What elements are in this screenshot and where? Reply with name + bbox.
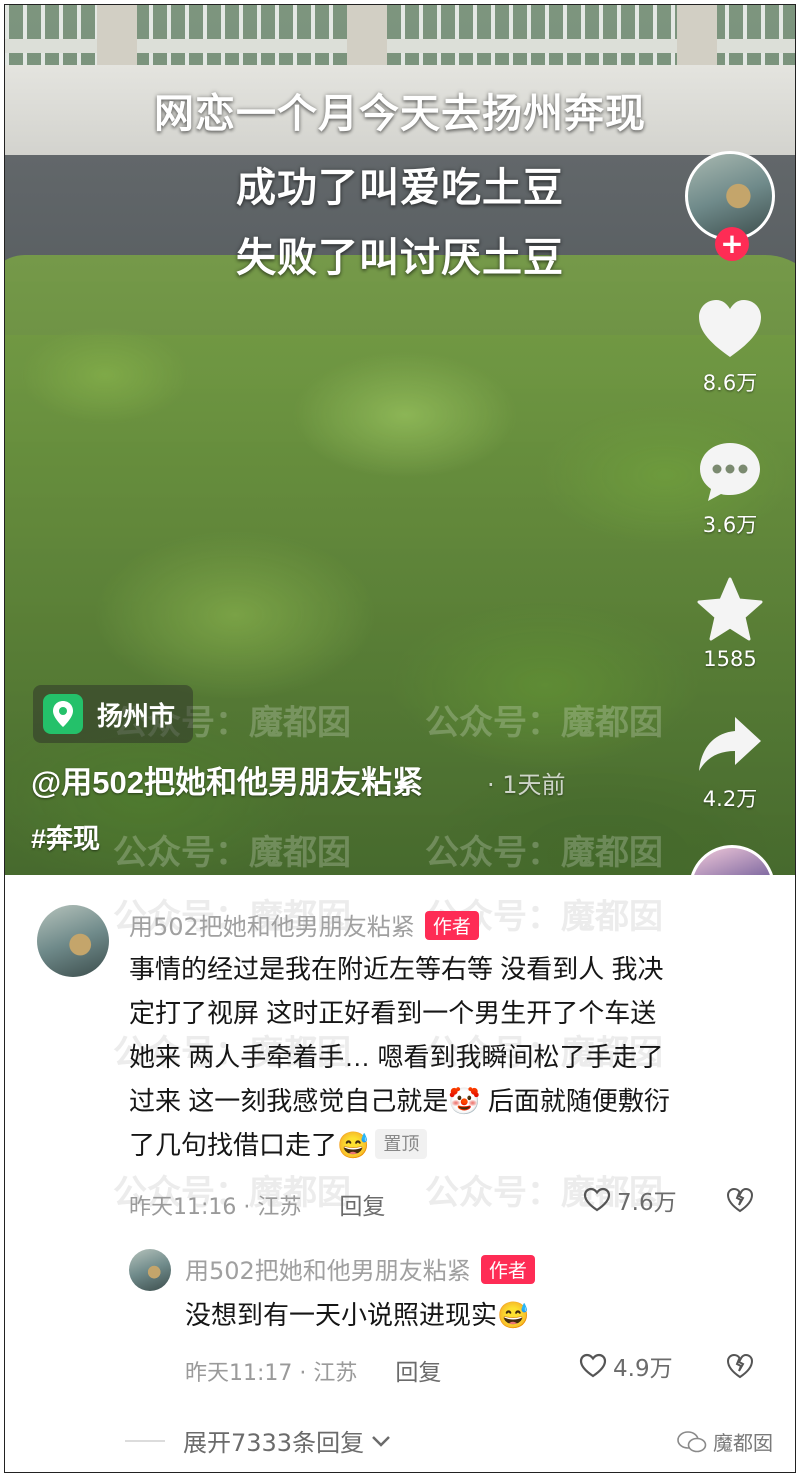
author-badge: 作者 bbox=[424, 911, 479, 940]
reply-button[interactable]: 回复 bbox=[395, 1360, 441, 1386]
author-badge: 作者 bbox=[480, 1255, 535, 1284]
wechat-icon bbox=[677, 1430, 707, 1452]
broken-heart-icon[interactable] bbox=[725, 1351, 755, 1381]
share-arrow-icon bbox=[699, 717, 761, 771]
favorite-count: 1585 bbox=[703, 647, 757, 671]
location-label: 扬州市 bbox=[97, 700, 176, 731]
like-button[interactable]: 8.6万 bbox=[675, 295, 785, 397]
comments-panel: 公众号：魔都囡 公众号：魔都囡 公众号：魔都囡 公众号：魔都囡 公众号：魔都囡 … bbox=[5, 875, 795, 1472]
commenter-avatar[interactable] bbox=[37, 905, 109, 977]
expand-replies-button[interactable]: 展开7333条回复 bbox=[125, 1423, 392, 1458]
comment-like-count: 7.6万 bbox=[617, 1190, 677, 1216]
video-player[interactable]: 网恋一个月今天去扬州奔现 成功了叫爱吃土豆 失败了叫讨厌土豆 公众号：魔都囡 公… bbox=[5, 5, 795, 875]
reply-text: 没想到有一天小说照进现实😅 bbox=[185, 1300, 530, 1330]
app-frame: 网恋一个月今天去扬州奔现 成功了叫爱吃土豆 失败了叫讨厌土豆 公众号：魔都囡 公… bbox=[4, 4, 796, 1473]
comment-button[interactable]: 3.6万 bbox=[675, 437, 785, 539]
video-hashtag[interactable]: #奔现 bbox=[31, 817, 100, 856]
video-caption-line-1: 网恋一个月今天去扬州奔现 bbox=[154, 92, 646, 136]
location-chip[interactable]: 扬州市 bbox=[33, 685, 194, 743]
heart-icon bbox=[699, 300, 761, 357]
share-count: 4.2万 bbox=[702, 787, 758, 811]
expand-replies-label: 展开7333条回复 bbox=[183, 1429, 365, 1457]
comment-meta: 昨天11:16 · 江苏 回复 bbox=[129, 1187, 385, 1221]
reply-like-button[interactable]: 4.9万 bbox=[579, 1349, 673, 1383]
reply-author-name[interactable]: 用502把她和他男朋友粘紧 作者 bbox=[185, 1251, 535, 1286]
like-count: 8.6万 bbox=[702, 371, 758, 395]
chevron-down-icon bbox=[372, 1435, 390, 1447]
video-caption-line-3: 失败了叫讨厌土豆 bbox=[236, 236, 564, 280]
video-author-name[interactable]: @用502把她和他男朋友粘紧 bbox=[31, 757, 423, 802]
broken-heart-icon[interactable] bbox=[725, 1185, 755, 1215]
reply-button[interactable]: 回复 bbox=[339, 1194, 385, 1220]
heart-outline-icon bbox=[583, 1187, 611, 1212]
location-pin-icon bbox=[43, 694, 83, 734]
reply-like-count: 4.9万 bbox=[613, 1356, 673, 1382]
follow-plus-icon[interactable]: + bbox=[715, 227, 749, 261]
star-icon bbox=[697, 577, 763, 641]
brand-watermark: 魔都囡 bbox=[677, 1427, 773, 1456]
comment-bubble-icon bbox=[700, 443, 760, 501]
reply-avatar[interactable] bbox=[129, 1249, 171, 1291]
video-post-time: · 1天前 bbox=[487, 771, 566, 799]
reply-meta: 昨天11:17 · 江苏 回复 bbox=[185, 1353, 441, 1387]
favorite-button[interactable]: 1585 bbox=[675, 575, 785, 671]
comment-text: 事情的经过是我在附近左等右等 没看到人 我决 定打了视屏 这时正好看到一个男生开… bbox=[129, 954, 670, 1160]
pinned-badge: 置顶 bbox=[375, 1129, 428, 1159]
comment-like-button[interactable]: 7.6万 bbox=[583, 1183, 677, 1217]
comment-time-location: 昨天11:16 · 江苏 bbox=[129, 1195, 302, 1220]
video-caption-line-2: 成功了叫爱吃土豆 bbox=[236, 166, 564, 210]
reply-time-location: 昨天11:17 · 江苏 bbox=[185, 1361, 358, 1386]
heart-outline-icon bbox=[579, 1353, 607, 1378]
share-button[interactable]: 4.2万 bbox=[675, 711, 785, 813]
commenter-name[interactable]: 用502把她和他男朋友粘紧 作者 bbox=[129, 907, 479, 942]
comment-count: 3.6万 bbox=[702, 513, 758, 537]
